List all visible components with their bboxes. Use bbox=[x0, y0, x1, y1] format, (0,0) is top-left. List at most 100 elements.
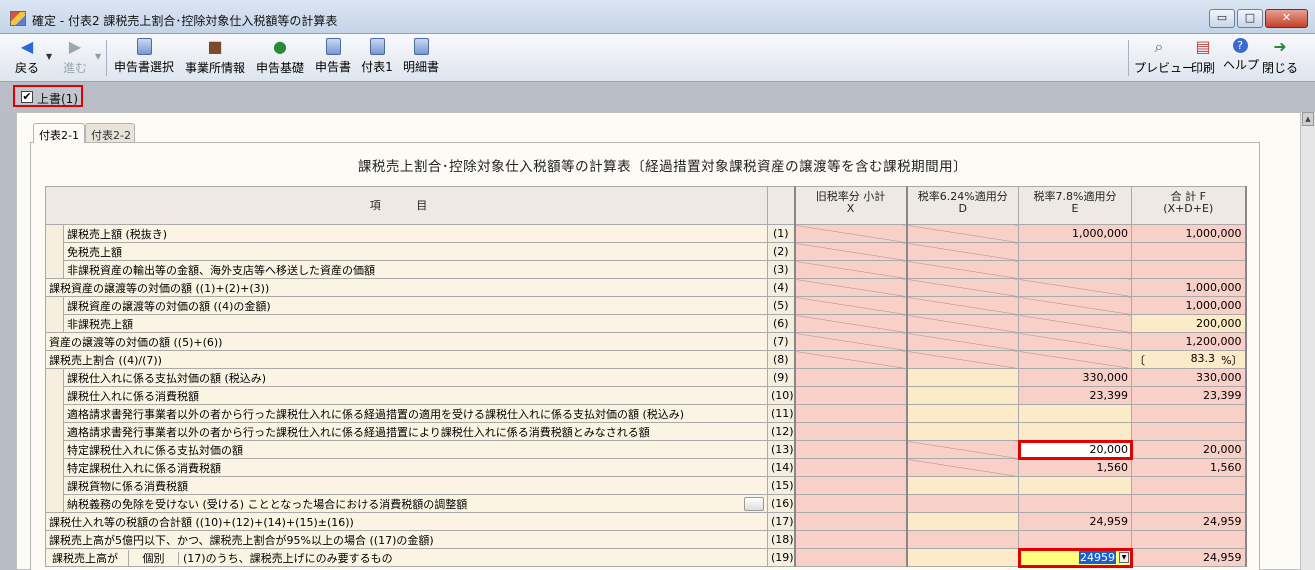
help-button[interactable]: ? ヘルプ bbox=[1223, 38, 1259, 78]
cell-f: 24,959 bbox=[1131, 548, 1247, 567]
select-return-button[interactable]: 申告書選択 bbox=[112, 38, 176, 78]
overwrite-checkbox-group[interactable]: ✔ 上書(1) bbox=[13, 85, 83, 107]
cell-x bbox=[793, 494, 908, 513]
cell-e[interactable] bbox=[1018, 404, 1133, 423]
tab-appendix-2-1[interactable]: 付表2-1 bbox=[33, 123, 85, 143]
cell-e[interactable]: 1,560 bbox=[1018, 458, 1133, 477]
minimize-button[interactable]: ▭ bbox=[1209, 9, 1235, 28]
cell-f bbox=[1131, 530, 1247, 549]
maximize-button[interactable]: □ bbox=[1237, 9, 1263, 28]
cell-d bbox=[905, 530, 1020, 549]
base-button[interactable]: ● 申告基礎 bbox=[254, 38, 306, 78]
cell-e[interactable]: 1,000,000 bbox=[1018, 224, 1133, 243]
cell-f: 1,000,000 bbox=[1131, 278, 1247, 297]
cell-d bbox=[905, 458, 1020, 477]
cell-f[interactable]: 200,000 bbox=[1131, 314, 1247, 333]
form-icon bbox=[325, 38, 341, 55]
cell-d[interactable] bbox=[905, 476, 1020, 495]
scroll-up-icon[interactable]: ▲ bbox=[1302, 112, 1314, 126]
building-icon: ■ bbox=[207, 37, 223, 56]
table-row: 資産の譲渡等の対価の額 ((5)+(6)) (7) 1,200,000 bbox=[44, 332, 1247, 351]
cell-e[interactable] bbox=[1018, 422, 1133, 441]
table-row: 特定課税仕入れに係る消費税額 (14) 1,560 1,560 bbox=[45, 458, 1247, 477]
row-number: (16) bbox=[767, 494, 796, 513]
appendix1-button[interactable]: 付表1 bbox=[360, 38, 394, 78]
row-number: (10) bbox=[767, 386, 796, 405]
cell-e-editing[interactable]: 24959 ▼ bbox=[1017, 547, 1133, 568]
back-button[interactable]: ◀ 戻る bbox=[12, 38, 42, 78]
table-row: 課税売上高が 個別 (17)のうち、課税売上げにのみ要するもの (19) 24959… bbox=[44, 547, 1247, 568]
cell-f: 330,000 bbox=[1131, 368, 1247, 387]
row-number: (8) bbox=[767, 350, 796, 369]
table-row: 適格請求書発行事業者以外の者から行った課税仕入れに係る経過措置により課税仕入れに… bbox=[45, 422, 1247, 441]
cell-e[interactable]: 330,000 bbox=[1018, 368, 1133, 387]
table-header: 項 目 旧税率分 小計 X 税率6.24%適用分 D 税率7.8%適用分 E 合 計 … bbox=[44, 186, 1247, 225]
close-button[interactable]: ➜ 閉じる bbox=[1262, 38, 1298, 78]
table-row: 免税売上額 (2) bbox=[45, 242, 1247, 261]
dropdown-icon[interactable]: ▼ bbox=[1119, 552, 1130, 563]
cell-e bbox=[1018, 530, 1133, 549]
cell-f-ratio: 〔 %〕 83.3 bbox=[1131, 350, 1247, 369]
forward-dropdown-icon[interactable]: ▼ bbox=[95, 52, 101, 61]
cell-e: 24,959 bbox=[1018, 512, 1133, 531]
preview-button[interactable]: ⌕ プレビュー bbox=[1134, 38, 1194, 78]
row-number: (5) bbox=[767, 296, 796, 315]
forward-button[interactable]: ▶ 進む bbox=[60, 38, 90, 78]
row-number: (6) bbox=[767, 314, 796, 333]
row-label: 非課税資産の輸出等の金額、海外支店等へ移送した資産の価額 bbox=[62, 260, 769, 279]
cell-f: 20,000 bbox=[1131, 440, 1247, 459]
back-dropdown-icon[interactable]: ▼ bbox=[46, 52, 52, 61]
cell-d bbox=[905, 314, 1020, 333]
cell-e-highlighted[interactable]: 20,000 bbox=[1017, 439, 1133, 460]
cell-d[interactable] bbox=[905, 548, 1020, 567]
cell-d[interactable] bbox=[905, 404, 1020, 423]
cell-e[interactable] bbox=[1018, 476, 1133, 495]
cell-e[interactable] bbox=[1018, 242, 1133, 261]
cell-e bbox=[1018, 278, 1133, 297]
cell-x bbox=[793, 548, 908, 567]
cell-d[interactable] bbox=[905, 512, 1020, 531]
print-button[interactable]: ▤ 印刷 bbox=[1188, 38, 1218, 78]
header-f: 合 計 F (X+D+E) bbox=[1131, 186, 1247, 225]
vertical-scrollbar[interactable]: ▲ bbox=[1301, 112, 1315, 570]
cell-e[interactable] bbox=[1018, 260, 1133, 279]
window-close-button[interactable]: ✕ bbox=[1265, 9, 1308, 28]
selected-value[interactable]: 24959 bbox=[1079, 551, 1117, 564]
row-label: 課税仕入れに係る消費税額 bbox=[62, 386, 769, 405]
row-label: 課税資産の譲渡等の対価の額 ((4)の金額) bbox=[62, 296, 769, 315]
cell-e[interactable]: 23,399 bbox=[1018, 386, 1133, 405]
cell-e bbox=[1018, 494, 1133, 513]
help-icon: ? bbox=[1232, 38, 1248, 53]
overwrite-label[interactable]: 上書(1) bbox=[37, 90, 78, 107]
form-icon bbox=[369, 38, 385, 55]
toolbar: ◀ 戻る ▼ ▶ 進む ▼ 申告書選択 ■ 事業所情報 ● 申告基礎 申告書 付… bbox=[0, 34, 1315, 82]
calculation-table: 項 目 旧税率分 小計 X 税率6.24%適用分 D 税率7.8%適用分 E 合 計 … bbox=[44, 186, 1247, 568]
cell-d bbox=[905, 440, 1020, 459]
app-icon bbox=[10, 11, 26, 26]
cell-x bbox=[793, 296, 908, 315]
cell-f: 1,200,000 bbox=[1131, 332, 1247, 351]
cell-x bbox=[793, 386, 908, 405]
row-label: 課税仕入れに係る支払対価の額 (税込み) bbox=[62, 368, 769, 387]
taxable-sales-ratio: 83.3 bbox=[1190, 351, 1216, 365]
row-number: (19) bbox=[767, 548, 796, 567]
cell-d[interactable] bbox=[905, 422, 1020, 441]
row-number: (15) bbox=[767, 476, 796, 495]
row-group-label: 課税売上高が bbox=[52, 551, 118, 565]
row-label: 課税仕入れ等の税額の合計額 ((10)+(12)+(14)+(15)±(16)) bbox=[44, 512, 769, 531]
adjustment-detail-button[interactable] bbox=[744, 496, 765, 511]
tab-appendix-2-2[interactable]: 付表2-2 bbox=[85, 123, 135, 142]
row-label: 特定課税仕入れに係る消費税額 bbox=[62, 458, 769, 477]
printer-icon: ▤ bbox=[1195, 37, 1211, 56]
cell-d[interactable] bbox=[905, 368, 1020, 387]
overwrite-checkbox[interactable]: ✔ bbox=[21, 91, 33, 103]
header-item: 項 目 bbox=[44, 186, 769, 225]
return-form-button[interactable]: 申告書 bbox=[313, 38, 353, 78]
cell-x bbox=[793, 242, 908, 261]
details-button[interactable]: 明細書 bbox=[401, 38, 441, 78]
row-label: 非課税売上額 bbox=[62, 314, 769, 333]
cell-d[interactable] bbox=[905, 386, 1020, 405]
business-info-button[interactable]: ■ 事業所情報 bbox=[183, 38, 247, 78]
row-number: (3) bbox=[767, 260, 796, 279]
row-label: 課税売上高が 個別 (17)のうち、課税売上げにのみ要するもの bbox=[44, 548, 769, 567]
